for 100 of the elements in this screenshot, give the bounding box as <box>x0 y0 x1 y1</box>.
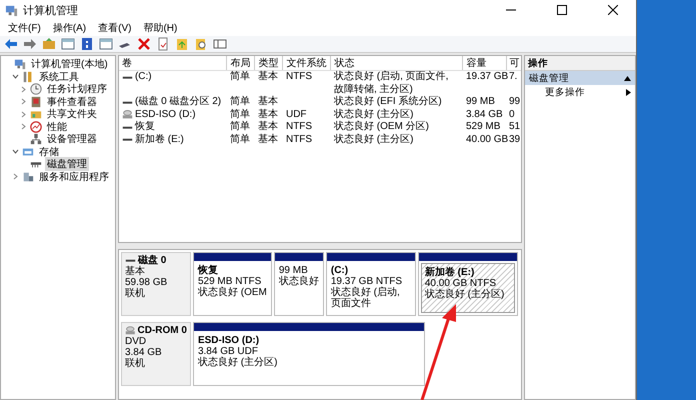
partition-status: 状态良好 <box>278 276 319 287</box>
disk-size: 3.84 GB <box>124 347 163 358</box>
table-cell: NTFS <box>286 134 312 144</box>
partition-status: 状态良好 (主分区) <box>198 357 278 368</box>
disk-type: 基本 <box>124 266 146 277</box>
table-cell: 状态良好 (主分区) <box>334 108 414 120</box>
disk-status: 联机 <box>124 358 146 369</box>
panel-icon[interactable] <box>98 36 114 52</box>
partition-name: 恢复 <box>198 265 219 276</box>
partition-name: ESD-ISO (D:) <box>198 335 260 346</box>
table-cell: (C:) <box>134 71 152 84</box>
disk-status: 联机 <box>124 288 146 299</box>
storage-icon <box>22 146 34 158</box>
partition-block[interactable]: 新加卷 (E:) 40.00 GB NTFS 状态良好 (主分区) <box>418 252 518 316</box>
actions-section[interactable]: 磁盘管理 <box>524 71 635 85</box>
table-cell: NTFS <box>286 121 312 132</box>
table-cell: 3.84 GB <box>466 108 503 120</box>
actions-header: 操作 <box>524 56 635 71</box>
partition-block[interactable]: ESD-ISO (D:) 3.84 GB UDF 状态良好 (主分区) <box>192 322 425 386</box>
table-cell: 简单 <box>230 96 250 107</box>
forward-icon[interactable] <box>22 36 38 52</box>
tree-item[interactable]: 服务和应用程序 <box>37 170 111 184</box>
chevron-right-icon[interactable] <box>20 110 26 118</box>
chevron-right-icon[interactable] <box>12 173 18 180</box>
table-cell: 恢复 <box>134 121 155 134</box>
tree-item[interactable]: 磁盘管理 <box>45 157 89 172</box>
table-cell: 新加卷 (E:) <box>134 134 184 146</box>
table-cell: UDF <box>286 108 307 120</box>
partition-info: 3.84 GB UDF <box>198 346 259 357</box>
table-cell: 基本 <box>258 71 278 82</box>
table-cell: 简单 <box>230 121 250 132</box>
table-cell: (磁盘 0 磁盘分区 2) <box>134 96 222 108</box>
menu-item[interactable]: 帮助(H) <box>137 21 184 35</box>
menu-item[interactable]: 查看(V) <box>92 21 138 35</box>
table-cell: 基本 <box>258 134 278 144</box>
chevron-right-icon[interactable] <box>20 86 26 93</box>
window-title: 计算机管理 <box>23 4 79 18</box>
table-cell: 基本 <box>258 96 278 107</box>
table-cell: 99 MB <box>466 96 495 107</box>
action-item[interactable]: 更多操作 <box>524 85 635 99</box>
table-cell: 0 <box>508 108 515 120</box>
chevron-right-icon[interactable] <box>20 98 26 106</box>
tree-item[interactable]: 任务计划程序 <box>45 82 109 96</box>
column-header[interactable]: 类型 <box>254 56 283 70</box>
tree-item[interactable]: 计算机管理(本地) <box>29 57 110 72</box>
disk-name: 磁盘 0 <box>138 255 166 266</box>
column-header[interactable]: 容量 <box>462 56 507 70</box>
disk-label-panel[interactable]: 磁盘 0 基本 59.98 GB 联机 <box>120 252 191 316</box>
disk-size: 59.98 GB <box>124 277 168 288</box>
partition-name: (C:) <box>330 265 350 276</box>
table-cell: 7. <box>508 71 518 82</box>
tree-item[interactable]: 性能 <box>45 120 69 134</box>
column-header[interactable]: 可 <box>506 56 521 70</box>
disk-type: DVD <box>124 336 148 347</box>
menu-item[interactable]: 操作(A) <box>46 21 92 35</box>
column-header[interactable]: 布局 <box>226 56 255 70</box>
partition-block[interactable]: 恢复 529 MB NTFS 状态良好 (OEM <box>192 252 272 316</box>
chevron-right-icon[interactable] <box>20 123 26 130</box>
tree-item[interactable]: 事件查看器 <box>45 94 99 109</box>
folder-icon[interactable] <box>41 36 57 52</box>
tree-item[interactable]: 共享文件夹 <box>45 107 99 122</box>
table-cell: 简单 <box>230 71 250 82</box>
partition-info: 529 MB NTFS <box>198 276 262 287</box>
root-icon <box>14 58 26 70</box>
tree-item[interactable]: 存储 <box>37 144 61 159</box>
table-cell: 简单 <box>230 108 250 120</box>
partition-info: 40.00 GB NTFS <box>424 278 497 289</box>
submenu-arrow-icon <box>626 88 631 96</box>
disk-label-panel[interactable]: CD-ROM 0 DVD 3.84 GB 联机 <box>120 322 191 386</box>
column-header[interactable]: 文件系统 <box>282 56 331 70</box>
maximize-icon <box>557 5 567 15</box>
table-cell: 状态良好 (主分区) <box>334 134 414 144</box>
folder-icon[interactable] <box>174 36 190 52</box>
close-icon <box>608 5 618 15</box>
cd-drive-icon <box>122 109 133 120</box>
partition-info: 99 MB <box>278 265 308 276</box>
partition-block[interactable]: (C:) 19.37 GB NTFS 状态良好 (启动, 页面文件 <box>326 252 416 316</box>
app-icon <box>5 4 18 16</box>
partition-name: 新加卷 (E:) <box>424 267 476 278</box>
partition-info: 19.37 GB NTFS <box>330 276 403 287</box>
table-cell: 51 <box>508 121 520 132</box>
table-cell: 529 MB <box>466 121 500 132</box>
disk-name: CD-ROM 0 <box>138 325 187 336</box>
tree-item[interactable]: 系统工具 <box>37 70 81 84</box>
tree-item[interactable]: 设备管理器 <box>45 132 99 146</box>
partition-status: 状态良好 (启动, 页面文件 <box>330 287 401 309</box>
clock-icon <box>30 83 42 96</box>
column-header[interactable]: 状态 <box>330 56 463 70</box>
table-cell: 状态良好 (启动, 页面文件, 故障转储, 主分区) <box>334 71 448 94</box>
help-icon[interactable] <box>79 36 95 52</box>
table-cell: 状态良好 (EFI 系统分区) <box>334 96 442 107</box>
partition-status: 状态良好 (主分区) <box>424 289 506 300</box>
delete-icon[interactable] <box>136 36 152 52</box>
column-header[interactable]: 卷 <box>118 56 227 70</box>
table-cell: 39 <box>508 134 520 144</box>
chevron-down-icon[interactable] <box>12 73 18 80</box>
menu-item[interactable]: 文件(F) <box>2 21 47 35</box>
chevron-down-icon[interactable] <box>12 148 18 156</box>
partition-block[interactable]: 99 MB 状态良好 <box>274 252 324 316</box>
panel-icon[interactable] <box>60 36 76 52</box>
